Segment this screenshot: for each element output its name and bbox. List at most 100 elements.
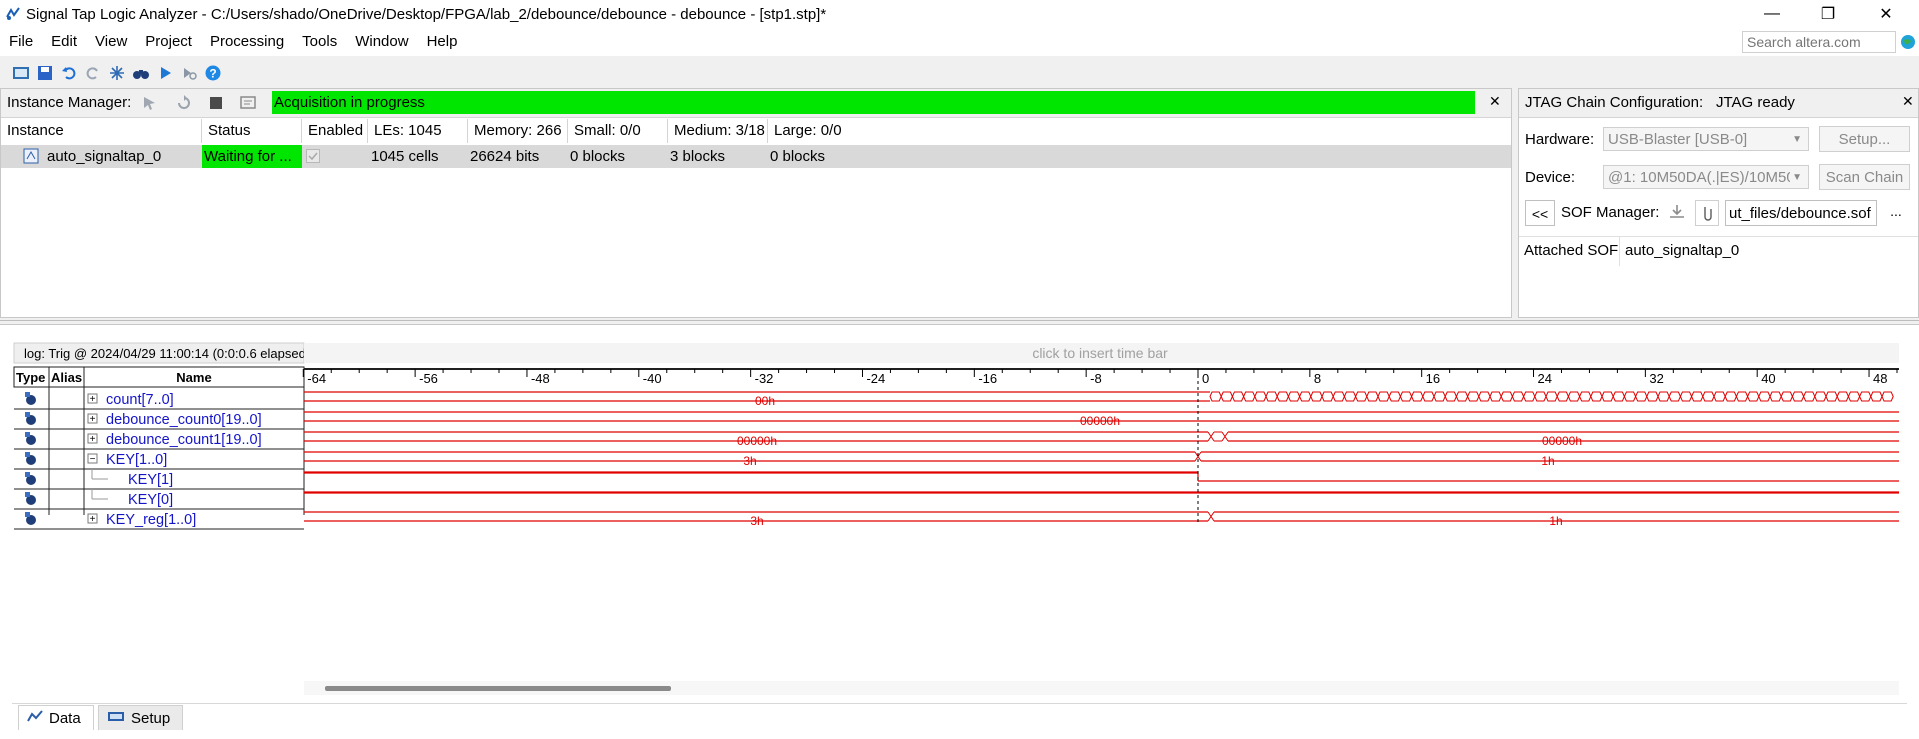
tab-data[interactable]: Data — [18, 705, 94, 730]
column-enabled[interactable]: Enabled — [302, 119, 368, 143]
wave-value-label: 00h — [755, 394, 775, 408]
expand-toggle[interactable]: + — [90, 394, 96, 405]
autorun-icon[interactable] — [178, 62, 200, 84]
scan-chain-button[interactable]: Scan Chain — [1819, 164, 1910, 190]
refresh-icon[interactable] — [175, 94, 193, 116]
device-select[interactable]: @1: 10M50DA(.|ES)/10M50 ▼ — [1603, 165, 1809, 189]
attach-icon[interactable] — [1695, 200, 1719, 226]
signal-name[interactable]: KEY[0] — [128, 492, 173, 508]
settings-sparkle-icon[interactable] — [106, 62, 128, 84]
expand-toggle[interactable]: + — [90, 434, 96, 445]
column-small[interactable]: Small: 0/0 — [568, 119, 668, 143]
attached-sof-value: auto_signaltap_0 — [1625, 242, 1740, 259]
run-icon[interactable] — [154, 62, 176, 84]
splitter[interactable] — [0, 320, 1919, 321]
type-column[interactable]: Type — [16, 370, 45, 385]
wave-value-label: 00000h — [737, 434, 777, 448]
chevron-down-icon: ▼ — [1790, 166, 1802, 188]
signal-wave[interactable]: 00000h — [304, 411, 1899, 428]
expand-toggle[interactable]: + — [90, 514, 96, 525]
alias-column[interactable]: Alias — [51, 370, 82, 385]
signal-wave[interactable]: 3h 1h — [304, 511, 1899, 528]
column-large[interactable]: Large: 0/0 — [768, 119, 868, 143]
time-bar-hint[interactable]: click to insert time bar — [1032, 345, 1168, 361]
read-data-icon[interactable] — [239, 94, 257, 116]
column-medium[interactable]: Medium: 3/18 — [668, 119, 768, 143]
column-status[interactable]: Status — [202, 119, 302, 143]
tick-label: 16 — [1426, 371, 1440, 386]
menu-view[interactable]: View — [86, 28, 136, 56]
instance-name: auto_signaltap_0 — [47, 148, 162, 165]
undo-icon[interactable] — [58, 62, 80, 84]
close-instance-manager-button[interactable]: ✕ — [1489, 93, 1501, 110]
wave-value-label: 00000h — [1542, 434, 1582, 448]
restore-button[interactable]: ❐ — [1805, 0, 1851, 28]
menu-window[interactable]: Window — [346, 28, 417, 56]
signal-wave[interactable]: 3h 1h — [304, 451, 1899, 468]
signal-wave[interactable]: 00h — [304, 391, 1894, 408]
horizontal-scrollbar[interactable] — [325, 686, 671, 691]
menu-edit[interactable]: Edit — [42, 28, 86, 56]
column-instance[interactable]: Instance — [1, 119, 202, 143]
signal-name[interactable]: KEY[1] — [128, 472, 173, 488]
signal-name[interactable]: KEY_reg[1..0] — [106, 512, 196, 528]
tick-label: 40 — [1761, 371, 1775, 386]
collapse-button[interactable]: << — [1525, 200, 1555, 226]
close-jtag-button[interactable]: ✕ — [1902, 93, 1914, 110]
instance-large: 0 blocks — [770, 148, 826, 165]
tick-label: 32 — [1649, 371, 1663, 386]
signal-name[interactable]: count[7..0] — [106, 392, 174, 408]
menu-file[interactable]: File — [0, 28, 42, 56]
program-icon[interactable] — [1667, 202, 1687, 226]
binoculars-icon[interactable] — [130, 62, 152, 84]
menu-project[interactable]: Project — [136, 28, 201, 56]
bus-icon — [25, 432, 36, 445]
tab-setup[interactable]: Setup — [98, 705, 184, 731]
enabled-checkbox[interactable] — [306, 149, 320, 163]
expand-toggle[interactable]: + — [90, 414, 96, 425]
save-icon[interactable] — [34, 62, 56, 84]
expand-toggle[interactable]: − — [90, 454, 96, 465]
wave-value-label: 1h — [1549, 514, 1562, 528]
sof-browse-button[interactable]: ... — [1881, 200, 1911, 226]
tick-label: -32 — [755, 371, 774, 386]
signal-name[interactable]: debounce_count0[19..0] — [106, 412, 262, 428]
name-column[interactable]: Name — [176, 370, 211, 385]
setup-icon — [107, 706, 125, 731]
time-ruler[interactable]: -64 -56 -48 -40 -32 -24 -16 -8 0 8 16 24 32 40 48 — [302, 369, 1898, 386]
signal-wave[interactable] — [304, 471, 1899, 482]
wave-value-label: 3h — [743, 454, 756, 468]
chevron-down-icon: ▼ — [1792, 134, 1802, 145]
tick-label: -56 — [419, 371, 438, 386]
signal-name[interactable]: debounce_count1[19..0] — [106, 432, 262, 448]
instance-memory: 26624 bits — [470, 148, 540, 165]
menu-help[interactable]: Help — [418, 28, 467, 56]
column-memory[interactable]: Memory: 266 — [468, 119, 568, 143]
tick-label: 48 — [1873, 371, 1887, 386]
column-les[interactable]: LEs: 1045 — [368, 119, 468, 143]
pointer-icon[interactable] — [141, 94, 159, 116]
waveform-canvas[interactable]: log: Trig @ 2024/04/29 11:00:14 (0:0:0.6… — [0, 325, 1919, 739]
hardware-select[interactable]: USB-Blaster [USB-0] ▼ — [1603, 127, 1809, 151]
sof-file-field[interactable]: ut_files/debounce.sof — [1725, 200, 1877, 226]
minimize-button[interactable]: — — [1749, 0, 1795, 28]
search-input[interactable] — [1742, 31, 1896, 53]
tick-label: -40 — [643, 371, 662, 386]
instance-row[interactable]: auto_signaltap_0 Waiting for ... 1045 ce… — [1, 145, 1511, 168]
menu-processing[interactable]: Processing — [201, 28, 293, 56]
menu-tools[interactable]: Tools — [293, 28, 346, 56]
help-icon[interactable]: ? — [202, 62, 224, 84]
tick-label: -48 — [531, 371, 550, 386]
instance-medium: 3 blocks — [670, 148, 726, 165]
signal-wave[interactable] — [304, 491, 1899, 494]
stop-icon[interactable] — [207, 94, 225, 116]
stp-icon[interactable] — [10, 62, 32, 84]
title-bar: Signal Tap Logic Analyzer - C:/Users/sha… — [0, 0, 1919, 28]
signal-wave[interactable]: 00000h 00000h — [304, 431, 1899, 448]
globe-icon[interactable] — [1900, 34, 1916, 54]
instance-status: Waiting for ... — [204, 148, 292, 165]
signal-name[interactable]: KEY[1..0] — [106, 452, 167, 468]
redo-icon[interactable] — [82, 62, 104, 84]
setup-button[interactable]: Setup... — [1819, 126, 1910, 152]
close-window-button[interactable]: ✕ — [1863, 0, 1909, 28]
